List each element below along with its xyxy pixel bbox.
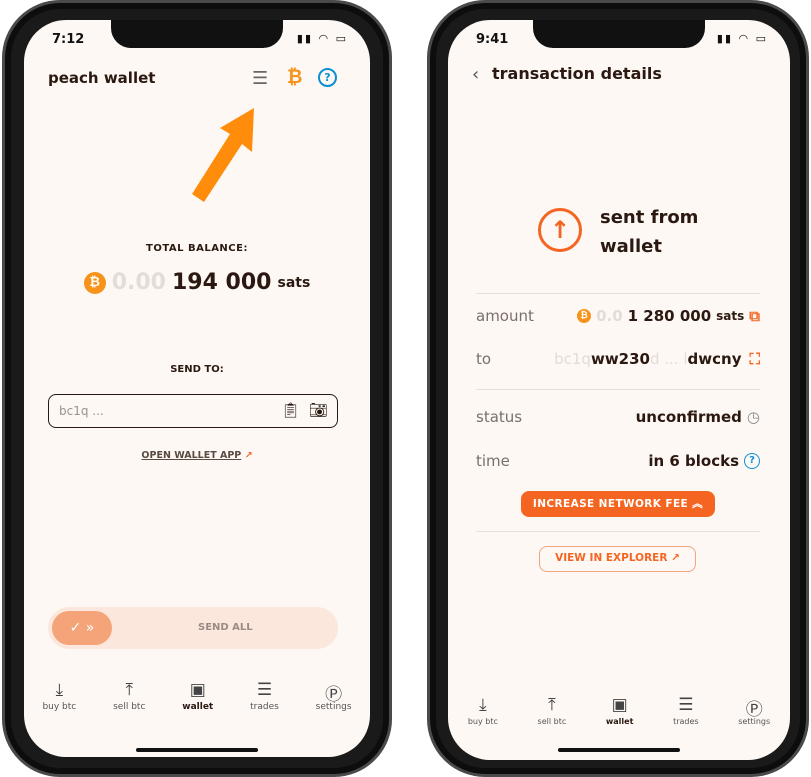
balance-unit: sats xyxy=(277,274,311,291)
transactions-list-icon[interactable]: ☰ xyxy=(252,68,268,89)
clock-icon: ◷ xyxy=(746,408,760,426)
list-icon: ☰ xyxy=(678,695,694,715)
help-icon[interactable]: ? xyxy=(744,453,760,469)
heading: sent from wallet xyxy=(600,207,699,257)
send-all-label: SEND ALL xyxy=(198,622,253,633)
balance-faded: 0.00 xyxy=(111,270,166,295)
status-icons: ▮▮ ◠ ▭ xyxy=(716,32,768,45)
address-input[interactable]: bc1q ... 📋︎ 📷︎ xyxy=(48,394,338,428)
slider-handle[interactable]: ✓ » xyxy=(52,611,112,645)
home-indicator xyxy=(136,748,258,752)
download-icon: ⤓ xyxy=(479,695,487,715)
balance-amount: 194 000 xyxy=(171,270,272,295)
chevrons-up-icon: ︽ xyxy=(692,498,704,510)
copy-icon[interactable]: ⧉ xyxy=(749,307,760,325)
page-title: peach wallet xyxy=(48,69,156,87)
time-value: in 6 blocks xyxy=(648,452,739,470)
divider xyxy=(476,531,760,532)
status-icons: ▮▮ ◠ ▭ xyxy=(296,32,348,45)
bottom-nav: ⤓ buy btc ⤒ sell btc ▣ wallet ☰ trades Ⓟsett… xyxy=(24,680,370,712)
nav-settings[interactable]: Ⓟsettings xyxy=(738,695,770,726)
upload-icon: ⤒ xyxy=(125,680,133,700)
back-button[interactable]: ‹ xyxy=(472,64,479,85)
amount-value: ₿ 0.0 1 280 000 sats ⧉ xyxy=(577,307,760,325)
peach-icon: Ⓟ xyxy=(325,685,343,705)
open-wallet-app-link[interactable]: OPEN WALLET APP ↗ xyxy=(24,450,370,461)
nav-wallet[interactable]: ▣ wallet xyxy=(606,695,634,726)
wallet-icon: ▣ xyxy=(611,695,628,715)
send-to-label: SEND TO: xyxy=(170,364,224,375)
bitcoin-coin-icon: ₿ xyxy=(83,271,106,294)
amount-label: amount xyxy=(476,307,534,325)
balance: ₿ 0.00 194 000 sats xyxy=(24,270,370,295)
external-link-icon: ↗ xyxy=(671,552,680,564)
help-icon[interactable]: ? xyxy=(318,68,337,87)
nav-trades[interactable]: ☰ trades xyxy=(673,695,699,726)
status-time: 7:12 xyxy=(52,32,85,47)
status-label: status xyxy=(476,408,523,426)
divider xyxy=(476,389,760,390)
nav-sell-btc[interactable]: ⤒ sell btc xyxy=(113,680,145,712)
time-row: time in 6 blocks? xyxy=(476,452,760,470)
address-placeholder: bc1q ... xyxy=(59,404,104,418)
nav-buy-btc[interactable]: ⤓ buy btc xyxy=(42,680,76,712)
nav-sell-btc[interactable]: ⤒ sell btc xyxy=(538,695,567,726)
send-all-slider[interactable]: ✓ » SEND ALL xyxy=(48,607,338,649)
time-label: time xyxy=(476,452,510,470)
external-link-icon: ↗ xyxy=(244,450,253,461)
to-row: to bc1q ww230 d ... l dwcny ⛶ xyxy=(476,350,760,368)
status-row: status unconfirmed ◷ xyxy=(476,408,760,426)
bitcoin-coin-icon: ₿ xyxy=(577,309,592,323)
increase-network-fee-button[interactable]: INCREASE NETWORK FEE ︽ xyxy=(521,491,715,517)
bottom-nav: ⤓ buy btc ⤒ sell btc ▣ wallet ☰ trades Ⓟsett… xyxy=(448,695,790,726)
nav-wallet[interactable]: ▣ wallet xyxy=(182,680,213,712)
download-icon: ⤓ xyxy=(55,680,64,700)
camera-icon[interactable]: 📷︎ xyxy=(309,401,328,419)
arrow-annotation xyxy=(192,108,254,202)
peach-icon: Ⓟ xyxy=(745,700,763,720)
paste-icon[interactable]: 📋︎ xyxy=(281,401,300,419)
nav-settings[interactable]: Ⓟsettings xyxy=(316,680,352,712)
list-icon: ☰ xyxy=(256,680,273,700)
status-value: unconfirmed xyxy=(635,408,742,426)
upload-icon: ⤒ xyxy=(548,695,556,715)
scan-icon[interactable]: ⛶ xyxy=(749,350,760,368)
bitcoin-icon[interactable]: ₿ xyxy=(287,66,302,89)
home-indicator xyxy=(558,748,680,752)
notch xyxy=(111,20,283,48)
address-value: bc1q ww230 d ... l dwcny ⛶ xyxy=(554,350,760,368)
transaction-details-screen: 9:41 ▮▮ ◠ ▭ ‹ transaction details ↑ sent… xyxy=(448,20,790,760)
view-in-explorer-button[interactable]: VIEW IN EXPLORER ↗ xyxy=(539,546,696,572)
sent-arrow-icon: ↑ xyxy=(538,208,582,252)
notch xyxy=(533,20,705,48)
nav-buy-btc[interactable]: ⤓ buy btc xyxy=(468,695,498,726)
divider xyxy=(476,293,760,294)
page-title: transaction details xyxy=(492,64,662,83)
status-time: 9:41 xyxy=(476,32,509,47)
to-label: to xyxy=(476,350,492,368)
open-wallet-app-label: OPEN WALLET APP xyxy=(141,450,242,461)
nav-trades[interactable]: ☰ trades xyxy=(250,680,279,712)
wallet-screen: 7:12 ▮▮ ◠ ▭ peach wallet ☰ ₿ ? TOTAL BAL… xyxy=(24,20,370,757)
wallet-icon: ▣ xyxy=(189,680,206,700)
amount-row: amount ₿ 0.0 1 280 000 sats ⧉ xyxy=(476,307,760,325)
total-balance-label: TOTAL BALANCE: xyxy=(146,243,248,254)
